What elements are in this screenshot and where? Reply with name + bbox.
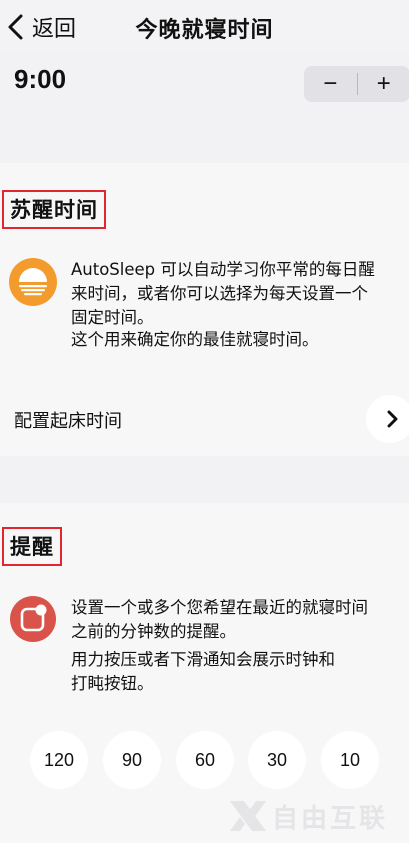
- watermark: 自由互联: [226, 796, 401, 836]
- navigation-bar: 返回 今晚就寝时间: [0, 0, 409, 54]
- configure-wake-time-button[interactable]: [366, 395, 409, 443]
- reminder-120-button[interactable]: 120: [30, 731, 88, 789]
- configure-wake-time-row[interactable]: 配置起床时间: [0, 395, 409, 443]
- wake-time-heading: 苏醒时间: [2, 190, 106, 229]
- reminder-note: 用力按压或者下滑通知会展示时钟和 打盹按钮。: [71, 650, 335, 693]
- sun-horizon-icon: [9, 258, 57, 306]
- bedtime-value: 9:00: [14, 64, 67, 94]
- watermark-logo-icon: [230, 801, 266, 831]
- reminder-heading: 提醒: [2, 527, 62, 566]
- bedtime-row: 9:00 − +: [0, 54, 409, 110]
- reminder-description: 设置一个或多个您希望在最近的就寝时间 之前的分钟数的提醒。: [71, 598, 368, 641]
- reminder-60-button[interactable]: 60: [176, 731, 234, 789]
- chevron-right-icon: [387, 410, 398, 428]
- reminder-10-button[interactable]: 10: [321, 731, 379, 789]
- decrement-button[interactable]: −: [304, 66, 357, 102]
- reminder-card: 提醒 设置一个或多个您希望在最近的就寝时间 之前的分钟数的提醒。 用力按压或者下…: [0, 503, 409, 843]
- page-title: 今晚就寝时间: [135, 18, 274, 43]
- time-stepper: − +: [304, 66, 409, 102]
- reminder-90-button[interactable]: 90: [103, 731, 161, 789]
- wake-time-card: 苏醒时间 AutoSleep 可以自动学习你平常的每日醒 来时间，或者你可以选择…: [0, 163, 409, 456]
- wake-time-description: AutoSleep 可以自动学习你平常的每日醒 来时间，或者你可以选择为每天设置…: [71, 260, 375, 327]
- reminder-30-button[interactable]: 30: [248, 731, 306, 789]
- watermark-text: 自由互联: [272, 803, 389, 834]
- increment-button[interactable]: +: [358, 66, 409, 102]
- wake-time-note: 这个用来确定你的最佳就寝时间。: [71, 330, 319, 349]
- notification-icon: [10, 596, 56, 642]
- configure-wake-time-label: 配置起床时间: [14, 411, 122, 432]
